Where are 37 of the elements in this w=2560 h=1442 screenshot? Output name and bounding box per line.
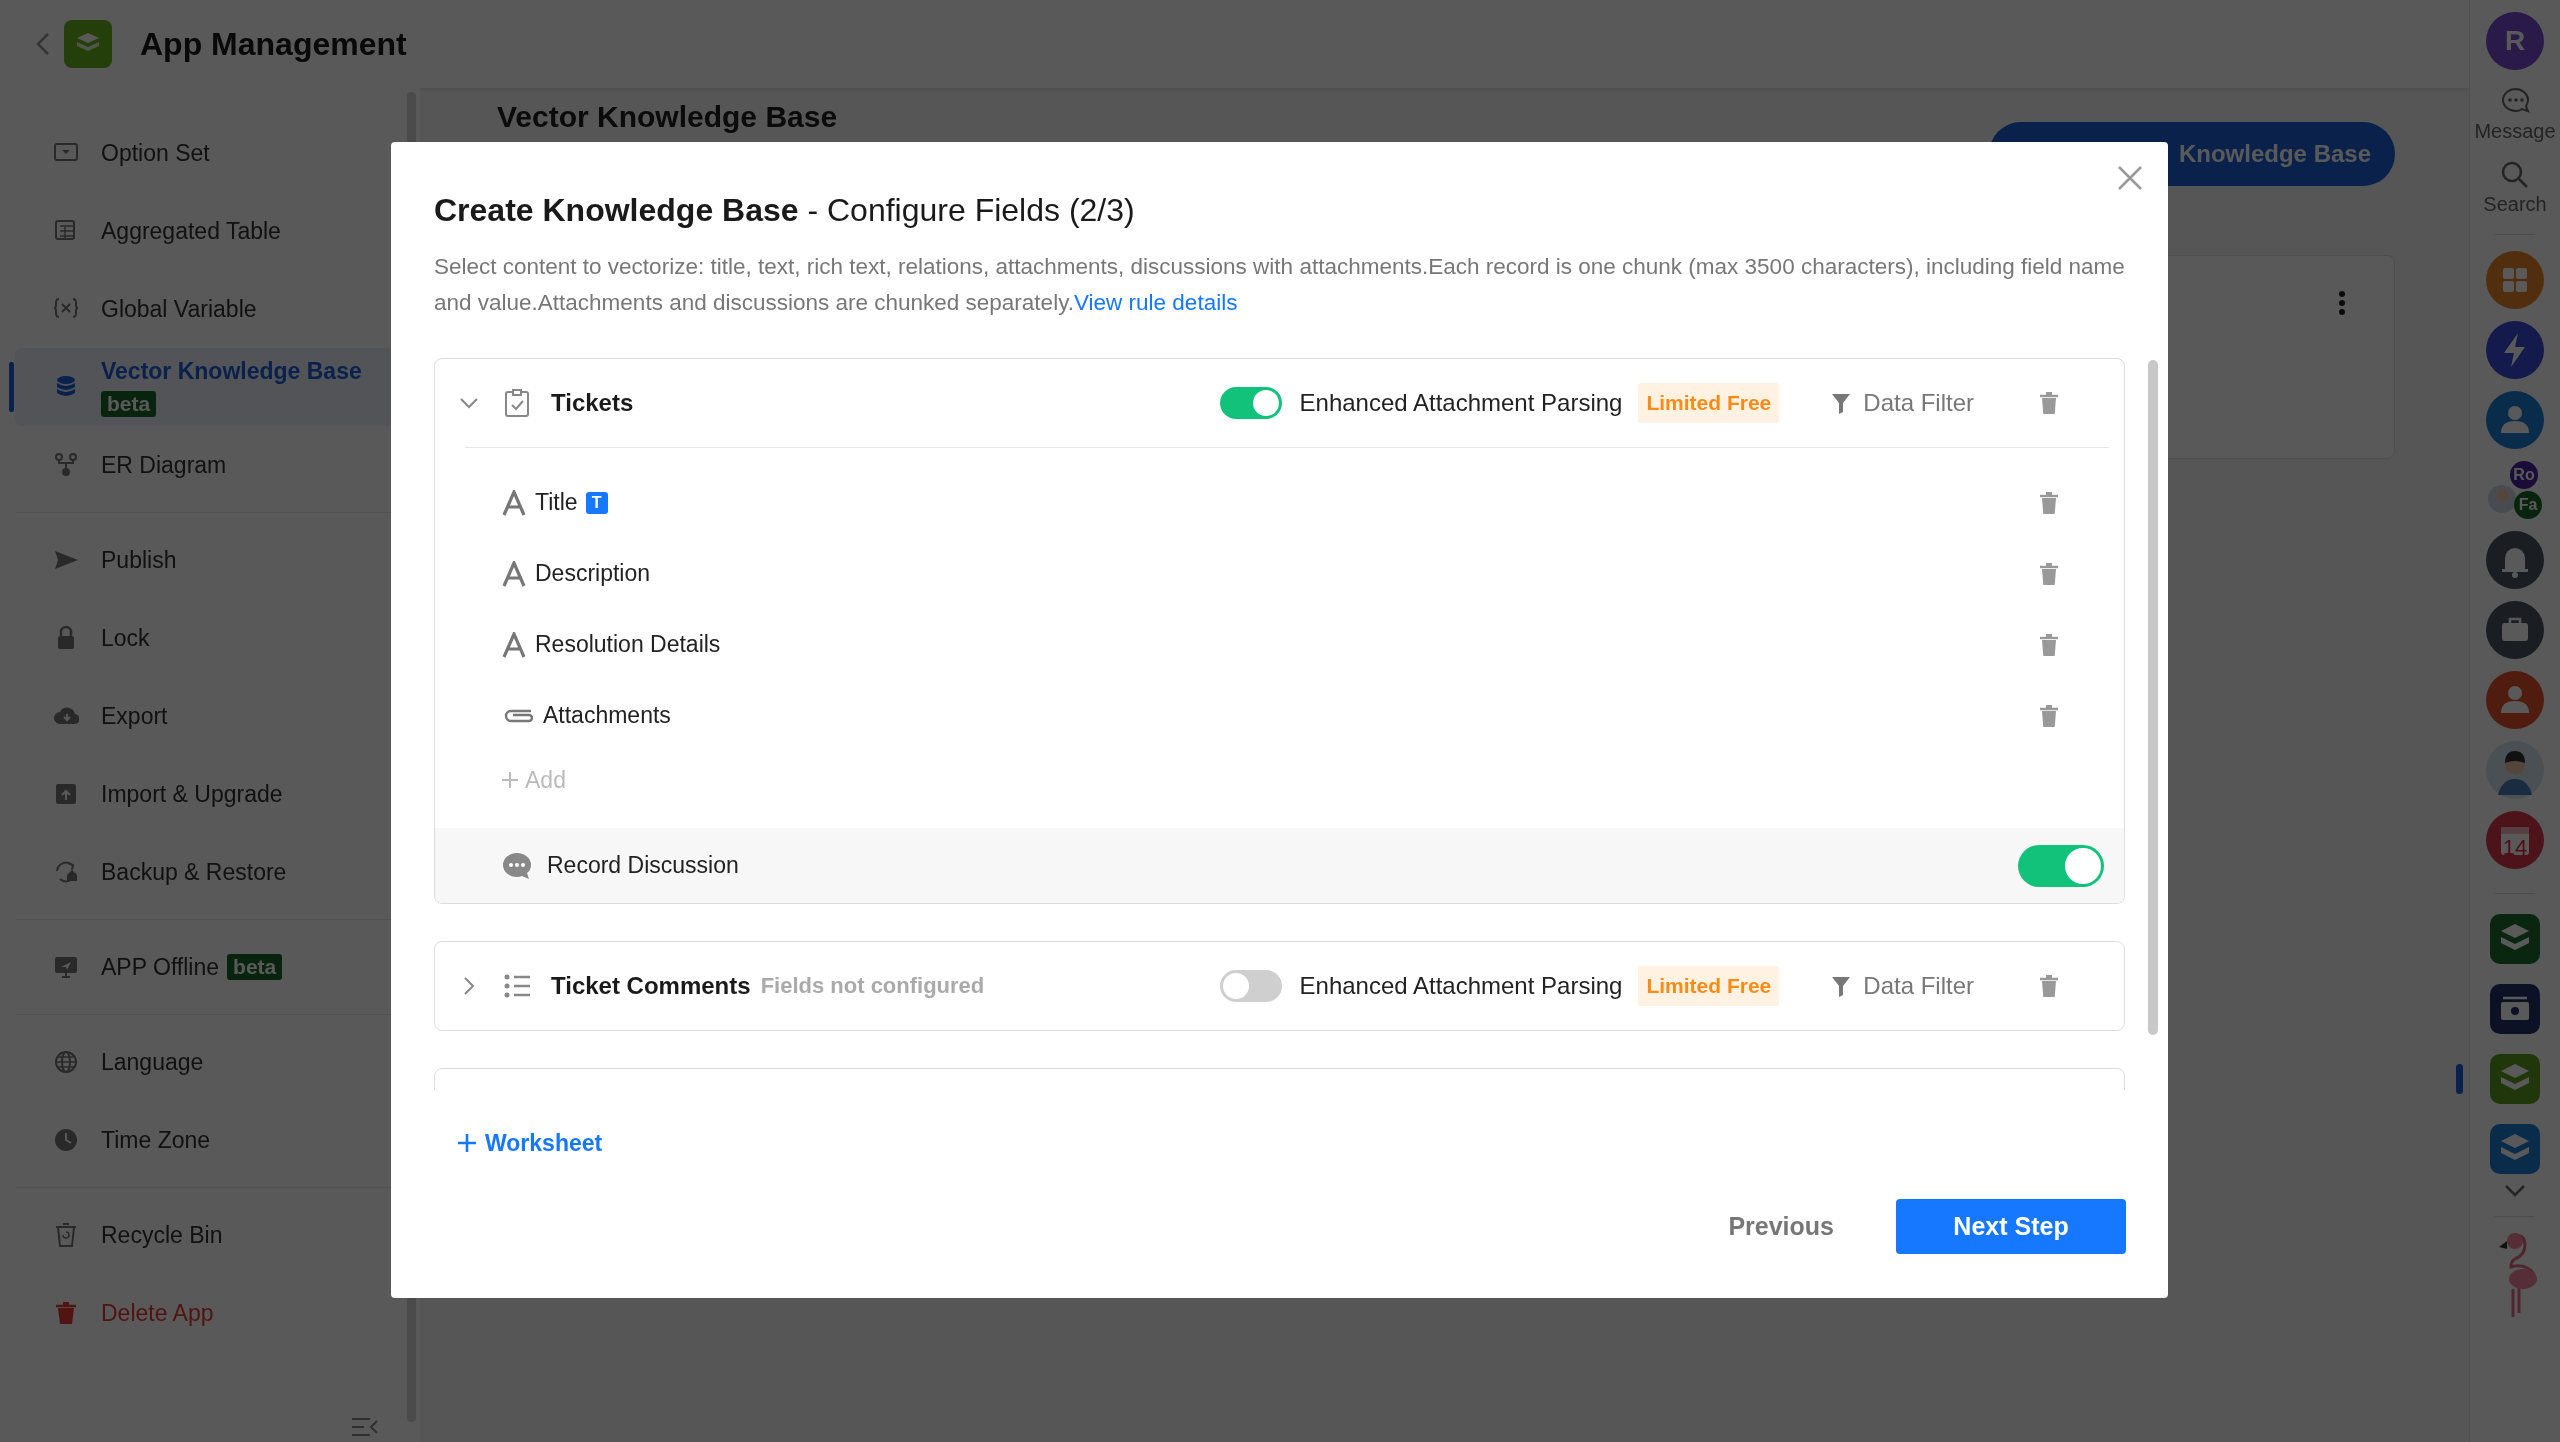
sidebar-label: Publish	[101, 546, 177, 574]
title-badge: T	[585, 491, 608, 514]
worksheet-name: Ticket Comments	[551, 972, 751, 1000]
sidebar-label: Language	[101, 1048, 204, 1076]
sidebar-label: Option Set	[101, 139, 210, 167]
field-name: Resolution Details	[535, 631, 721, 658]
sidebar-label: Vector Knowledge Base	[101, 357, 362, 385]
sidebar-label: Import & Upgrade	[101, 780, 283, 808]
sidebar-label: Backup & Restore	[101, 858, 287, 886]
dialog-title: Create Knowledge Base - Configure Fields (2/3)	[434, 192, 1136, 228]
status-note: Fields not configured	[760, 973, 985, 999]
app-title: App Management	[140, 25, 407, 63]
sidebar-label: Lock	[101, 624, 150, 652]
sidebar-label: Aggregated Table	[101, 217, 281, 245]
description-text: Select content to vectorize: title, text, rich text, relations, attachments, discussions with attachments.Each record is one chunk (max 3500 characters), including field name and value.Attachments and discussions are chunked separately.View rule details	[434, 253, 2125, 317]
field-name: Title	[535, 489, 578, 516]
page-title: Vector Knowledge Base	[497, 100, 838, 134]
field-name: Description	[535, 560, 651, 587]
discussion-label: Record Discussion	[547, 852, 739, 879]
sidebar-label: APP Offline	[101, 953, 220, 981]
toggle-label: Enhanced Attachment Parsing	[1299, 972, 1623, 1000]
worksheet-name: Tickets	[551, 389, 634, 417]
calendar-date: 14	[2501, 835, 2529, 861]
sidebar-label: Delete App	[101, 1299, 214, 1327]
limited-free-tag: Limited Free	[1638, 383, 1780, 423]
sidebar-label: ER Diagram	[101, 451, 227, 479]
sidebar-label: Recycle Bin	[101, 1221, 223, 1249]
sidebar-label: Export	[101, 702, 168, 730]
limited-free-tag: Limited Free	[1638, 966, 1780, 1006]
sidebar-label: Global Variable	[101, 295, 257, 323]
toggle-label: Enhanced Attachment Parsing	[1299, 389, 1623, 417]
sidebar-label: Time Zone	[101, 1126, 211, 1154]
beta-badge: beta	[227, 954, 283, 980]
field-name: Attachments	[543, 702, 671, 729]
beta-badge: beta	[101, 390, 157, 417]
avatar-initials: Ro	[2510, 461, 2538, 489]
avatar-initials: Fa	[2514, 491, 2542, 519]
